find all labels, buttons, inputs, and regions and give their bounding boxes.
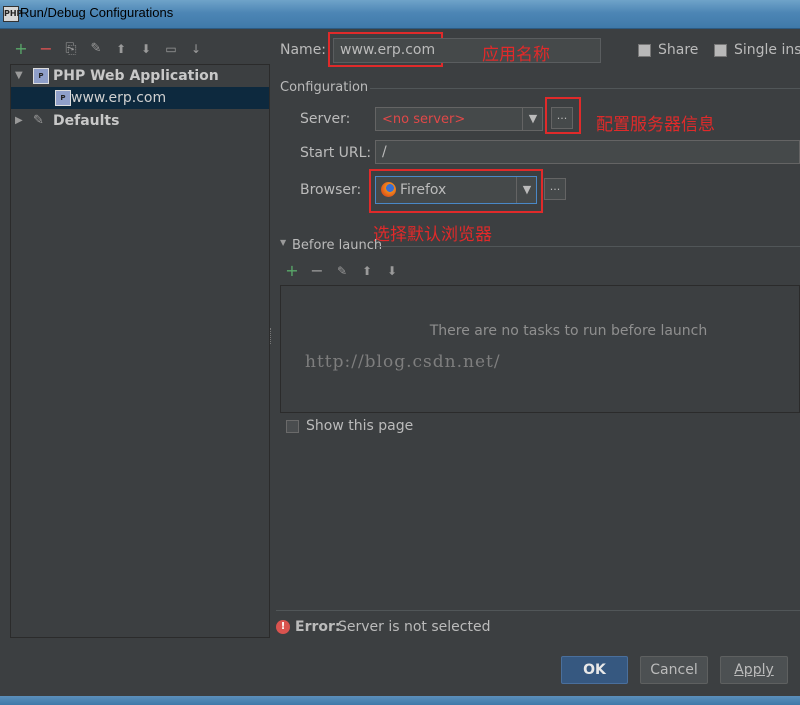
share-checkbox[interactable]	[638, 44, 651, 57]
browser-settings-button[interactable]: ...	[544, 178, 566, 200]
show-page-label: Show this page	[306, 418, 414, 434]
firefox-icon	[381, 182, 396, 197]
empty-task-message: There are no tasks to run before launch	[429, 323, 708, 339]
name-label: Name:	[280, 42, 327, 58]
move-task-down-icon[interactable]: ⬇	[383, 262, 401, 280]
server-dropdown-arrow-icon[interactable]: ▼	[522, 108, 543, 130]
php-app-icon: P	[33, 68, 49, 84]
splitter-handle[interactable]	[270, 328, 273, 344]
browser-dropdown-value: Firefox	[400, 182, 447, 198]
move-down-icon[interactable]: ⬇	[137, 40, 155, 58]
expand-arrow-icon[interactable]: ▼	[15, 65, 23, 87]
error-message: Server is not selected	[338, 619, 491, 635]
window-title: Run/Debug Configurations	[20, 5, 174, 20]
wrench-icon: ✎	[33, 113, 44, 128]
start-url-label: Start URL:	[300, 145, 372, 161]
name-annotation: 应用名称	[482, 45, 550, 65]
tree-group-php-web-app[interactable]: ▼ P PHP Web Application	[11, 65, 269, 87]
start-url-value: /	[382, 144, 387, 160]
add-task-icon[interactable]: +	[283, 262, 301, 280]
wrench-icon[interactable]: ✎	[87, 40, 105, 58]
browser-dropdown[interactable]: Firefox	[375, 176, 537, 204]
before-launch-label: Before launch	[292, 238, 383, 253]
sort-icon[interactable]: ↓	[187, 40, 205, 58]
show-page-checkbox[interactable]	[286, 420, 299, 433]
share-label: Share	[658, 42, 699, 58]
window-bottom-border	[0, 696, 800, 705]
server-dropdown[interactable]: <no server>	[375, 107, 543, 131]
collapse-arrow-icon[interactable]: ▶	[15, 110, 23, 132]
configuration-tree: ▼ P PHP Web Application P www.erp.com ▶ …	[10, 64, 270, 638]
tree-group-defaults[interactable]: ▶ ✎ Defaults	[11, 110, 269, 132]
before-launch-collapse-icon[interactable]: ▼	[280, 238, 286, 247]
before-launch-separator	[377, 246, 800, 247]
tree-group-label: PHP Web Application	[53, 68, 219, 84]
apply-button[interactable]: Apply	[720, 656, 788, 684]
browser-dropdown-arrow-icon[interactable]: ▼	[516, 177, 537, 203]
php-config-icon: P	[55, 90, 71, 106]
copy-icon[interactable]: ⎘	[62, 40, 80, 58]
name-input-value: www.erp.com	[340, 42, 436, 58]
tree-defaults-label: Defaults	[53, 113, 120, 129]
name-input[interactable]: www.erp.com	[333, 38, 601, 63]
ok-button[interactable]: OK	[561, 656, 628, 684]
move-task-up-icon[interactable]: ⬆	[358, 262, 376, 280]
server-dropdown-value: <no server>	[382, 112, 466, 127]
tree-item-www-erp-com[interactable]: P www.erp.com	[11, 87, 269, 109]
single-instance-label: Single inst	[734, 42, 800, 58]
remove-task-icon[interactable]: −	[308, 262, 326, 280]
before-launch-task-list[interactable]: There are no tasks to run before launch	[280, 285, 800, 413]
configuration-section-label: Configuration	[280, 80, 369, 95]
configuration-separator	[370, 88, 800, 89]
title-bar: PHP Run/Debug Configurations	[0, 0, 800, 29]
remove-icon[interactable]: −	[37, 40, 55, 58]
server-label: Server:	[300, 111, 351, 127]
edit-task-icon[interactable]: ✎	[333, 262, 351, 280]
cancel-button[interactable]: Cancel	[640, 656, 708, 684]
browser-label: Browser:	[300, 182, 362, 198]
add-icon[interactable]: +	[12, 40, 30, 58]
watermark-text: http://blog.csdn.net/	[305, 352, 501, 372]
server-annotation: 配置服务器信息	[596, 115, 715, 135]
browser-annotation: 选择默认浏览器	[373, 225, 492, 245]
folder-icon[interactable]: ▭	[162, 40, 180, 58]
app-icon: PHP	[3, 6, 22, 22]
move-up-icon[interactable]: ⬆	[112, 40, 130, 58]
error-prefix: Error:	[295, 619, 341, 635]
server-settings-button[interactable]: ...	[551, 107, 573, 129]
start-url-input[interactable]: /	[375, 140, 800, 164]
tree-item-label: www.erp.com	[71, 90, 167, 106]
error-separator	[276, 610, 800, 611]
error-icon: !	[276, 620, 290, 634]
single-instance-checkbox[interactable]	[714, 44, 727, 57]
